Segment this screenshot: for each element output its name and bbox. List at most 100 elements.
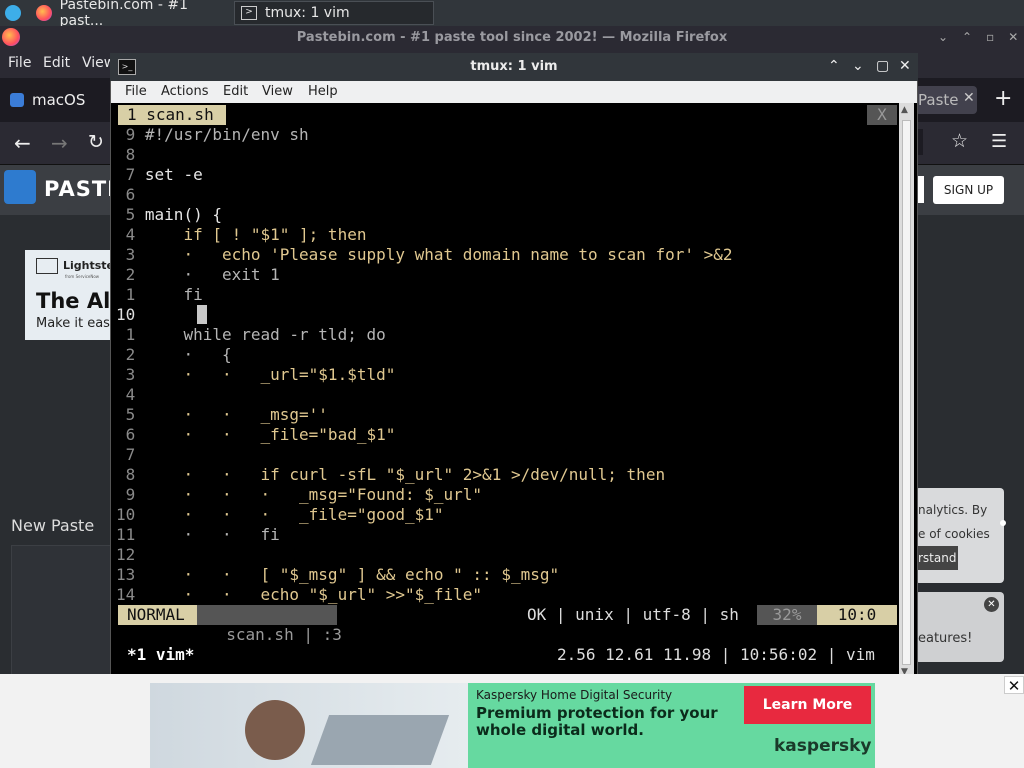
firefox-window-controls[interactable]: ⌄⌃▫✕ <box>938 30 1024 44</box>
line-number: 3 <box>116 245 136 264</box>
code-line: 4 if [ ! "$1" ]; then <box>116 225 367 245</box>
line-number: 10 <box>116 305 136 324</box>
term-menu-view[interactable]: View <box>262 84 293 99</box>
new-paste-textarea[interactable] <box>11 545 113 677</box>
back-icon[interactable]: ← <box>14 131 31 155</box>
line-gutter-space <box>135 345 145 364</box>
line-number: 2 <box>116 265 136 284</box>
line-gutter-space <box>135 225 145 244</box>
line-number: 7 <box>116 445 136 464</box>
side-ad-body: Make it eas <box>36 316 110 331</box>
code-line: 3 · echo 'Please supply what domain name… <box>116 245 733 265</box>
vim-tab-active[interactable]: 1 scan.sh <box>118 105 226 125</box>
line-number: 5 <box>116 205 136 224</box>
taskbar-tmux-task[interactable]: > tmux: 1 vim <box>234 1 434 25</box>
vim-status-file-box: scan.sh | :3 <box>197 605 342 644</box>
bookmark-star-icon[interactable]: ☆ <box>951 130 968 152</box>
vim-mode: NORMAL <box>118 605 197 625</box>
line-number: 7 <box>116 165 136 184</box>
scrollbar-thumb[interactable] <box>902 120 911 665</box>
close-popup-icon[interactable]: ✕ <box>984 597 999 612</box>
taskbar-tmux-label: tmux: 1 vim <box>265 5 350 21</box>
code-line: 4 <box>116 385 145 405</box>
cookie-understand-button[interactable]: rstand <box>915 546 958 570</box>
line-gutter-space <box>135 205 145 224</box>
tab-macos[interactable]: macOS <box>32 91 85 109</box>
code-line: 9 #!/usr/bin/env sh <box>116 125 309 145</box>
ad-kaspersky-logo: kaspersky <box>774 736 872 756</box>
line-number: 9 <box>116 125 136 144</box>
tmux-window-label[interactable]: *1 vim* <box>127 645 194 665</box>
signup-button[interactable]: SIGN UP <box>933 176 1004 204</box>
vim-tab-close[interactable]: X <box>867 105 897 125</box>
line-text: · · _file="bad_$1" <box>144 425 396 444</box>
code-line: 6 · · _file="bad_$1" <box>116 425 396 445</box>
vim-cursor <box>197 305 207 324</box>
term-menu-help[interactable]: Help <box>308 84 338 99</box>
code-line: 10 <box>116 305 193 325</box>
line-gutter-space <box>135 425 145 444</box>
ad-learn-more-button[interactable]: Learn More <box>744 686 871 724</box>
minimize-icon[interactable]: ⌃ <box>828 58 840 74</box>
line-text <box>155 305 194 324</box>
ad-close-icon[interactable]: ✕ <box>1004 676 1024 695</box>
forward-icon[interactable]: → <box>51 131 68 155</box>
line-gutter-space <box>135 385 145 404</box>
vim-status-sep: | <box>293 625 323 644</box>
features-text: eatures! <box>918 631 973 646</box>
ad-laptop-image <box>310 715 450 765</box>
ff-menu-edit[interactable]: Edit <box>43 55 70 71</box>
vim-buffer[interactable]: 9 #!/usr/bin/env sh 8 7 set -e 6 5 main(… <box>116 125 897 605</box>
ff-menu-file[interactable]: File <box>8 55 31 71</box>
code-line: 2 · { <box>116 345 232 365</box>
maximize-icon[interactable]: ▢ <box>876 58 889 74</box>
close-tab-icon[interactable]: ✕ <box>963 90 975 106</box>
line-number: 4 <box>116 225 136 244</box>
pastebin-logo-icon[interactable] <box>4 170 36 204</box>
line-text: · · · _file="good_$1" <box>144 505 444 524</box>
line-number: 10 <box>116 505 136 524</box>
line-text: · { <box>144 345 232 364</box>
line-number: 1 <box>116 325 136 344</box>
taskbar-firefox-task[interactable]: Pastebin.com - #1 past... <box>36 0 232 29</box>
ad-brand-line: Kaspersky Home Digital Security <box>476 688 673 702</box>
code-line: 8 · · if curl -sfL "$_url" 2>&1 >/dev/nu… <box>116 465 665 485</box>
hamburger-menu-icon[interactable]: ☰ <box>991 131 1007 152</box>
header-search-edge <box>918 176 924 203</box>
ad-person-image <box>245 700 305 760</box>
line-number: 11 <box>116 525 136 544</box>
line-number: 12 <box>116 545 136 564</box>
term-menu-file[interactable]: File <box>125 84 147 99</box>
code-line: 5 main() { <box>116 205 222 225</box>
code-line: 10 · · · _file="good_$1" <box>116 505 444 525</box>
line-gutter-space <box>135 545 145 564</box>
line-text: main() { <box>144 205 222 224</box>
line-number: 6 <box>116 185 136 204</box>
tmux-status-info: 2.56 12.61 11.98 | 10:56:02 | vim <box>557 645 875 664</box>
code-line: 11 · · fi <box>116 525 280 545</box>
term-menu-edit[interactable]: Edit <box>223 84 248 99</box>
line-number: 3 <box>116 365 136 384</box>
line-text: · · fi <box>144 525 280 544</box>
app-launcher-icon[interactable] <box>5 5 21 21</box>
reload-icon[interactable]: ↻ <box>88 131 104 153</box>
ad-headline-1: Premium protection for your <box>476 704 718 722</box>
firefox-titlebar: Pastebin.com - #1 paste tool since 2002!… <box>0 26 1024 50</box>
scroll-up-icon[interactable]: ▲ <box>901 105 908 115</box>
term-menu-actions[interactable]: Actions <box>161 84 209 99</box>
line-text: if [ ! "$1" ]; then <box>144 225 367 244</box>
new-tab-icon[interactable]: + <box>994 86 1012 111</box>
line-number: 6 <box>116 425 136 444</box>
close-icon[interactable]: ✕ <box>899 58 911 74</box>
chevron-down-icon[interactable]: ⌄ <box>852 58 864 74</box>
line-gutter-space <box>135 245 145 264</box>
line-number: 8 <box>116 465 136 484</box>
vim-status-position: 10:0 <box>817 605 897 625</box>
side-ad-heading: The All <box>36 289 118 313</box>
code-line: 12 <box>116 545 145 565</box>
line-text: while read -r tld; do <box>144 325 386 344</box>
firefox-window-title: Pastebin.com - #1 paste tool since 2002!… <box>296 30 728 45</box>
line-text: · · if curl -sfL "$_url" 2>&1 >/dev/null… <box>144 465 666 484</box>
macos-tab-icon <box>10 93 24 107</box>
line-gutter-space <box>135 185 145 204</box>
